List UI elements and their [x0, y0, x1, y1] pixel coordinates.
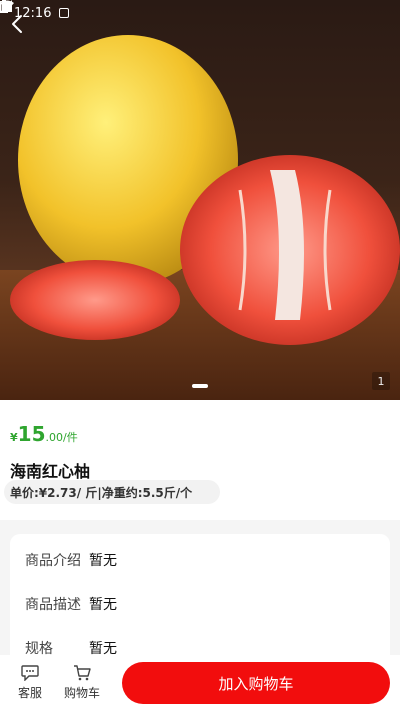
image-page-badge: 1: [372, 372, 390, 390]
product-price: ¥ 15 .00/件: [10, 422, 78, 446]
back-arrow-icon: [12, 15, 22, 33]
bottom-action-bar: 客服 购物车 加入购物车: [0, 655, 400, 711]
notification-icon: [59, 8, 70, 18]
customer-service-label: 客服: [17, 686, 42, 700]
detail-value: 暂无: [89, 597, 117, 613]
detail-row-description: 商品描述 暂无: [25, 594, 117, 614]
currency-symbol: ¥: [10, 431, 18, 444]
detail-label: 商品介绍: [25, 553, 81, 569]
detail-value: 暂无: [89, 553, 117, 569]
product-details-card: 商品介绍 暂无 商品描述 暂无 规格 暂无: [10, 534, 390, 674]
customer-service-button[interactable]: 客服: [4, 665, 56, 701]
cart-button[interactable]: 购物车: [56, 665, 108, 701]
cart-label: 购物车: [63, 686, 100, 700]
chat-icon: [21, 665, 39, 681]
product-info: ¥ 15 .00/件 海南红心柚 单价:¥2.73/ 斤|净重约:5.5斤/个: [0, 400, 400, 520]
pomelo-photo: [0, 35, 400, 400]
detail-label: 商品描述: [25, 597, 81, 613]
product-image-carousel[interactable]: 12:16 1: [0, 0, 400, 400]
back-button[interactable]: [10, 14, 42, 46]
price-main: 15: [17, 422, 46, 446]
add-to-cart-button[interactable]: 加入购物车: [122, 662, 390, 704]
status-bar: 12:16: [0, 0, 400, 26]
carousel-indicator: [192, 384, 208, 388]
cart-icon: [74, 665, 91, 681]
unit-price-info: 单价:¥2.73/ 斤|净重约:5.5斤/个: [4, 480, 220, 504]
product-name: 海南红心柚: [10, 462, 91, 481]
battery-icon: [0, 0, 8, 13]
detail-row-intro: 商品介绍 暂无: [25, 550, 117, 570]
price-suffix: .00/件: [45, 431, 78, 444]
